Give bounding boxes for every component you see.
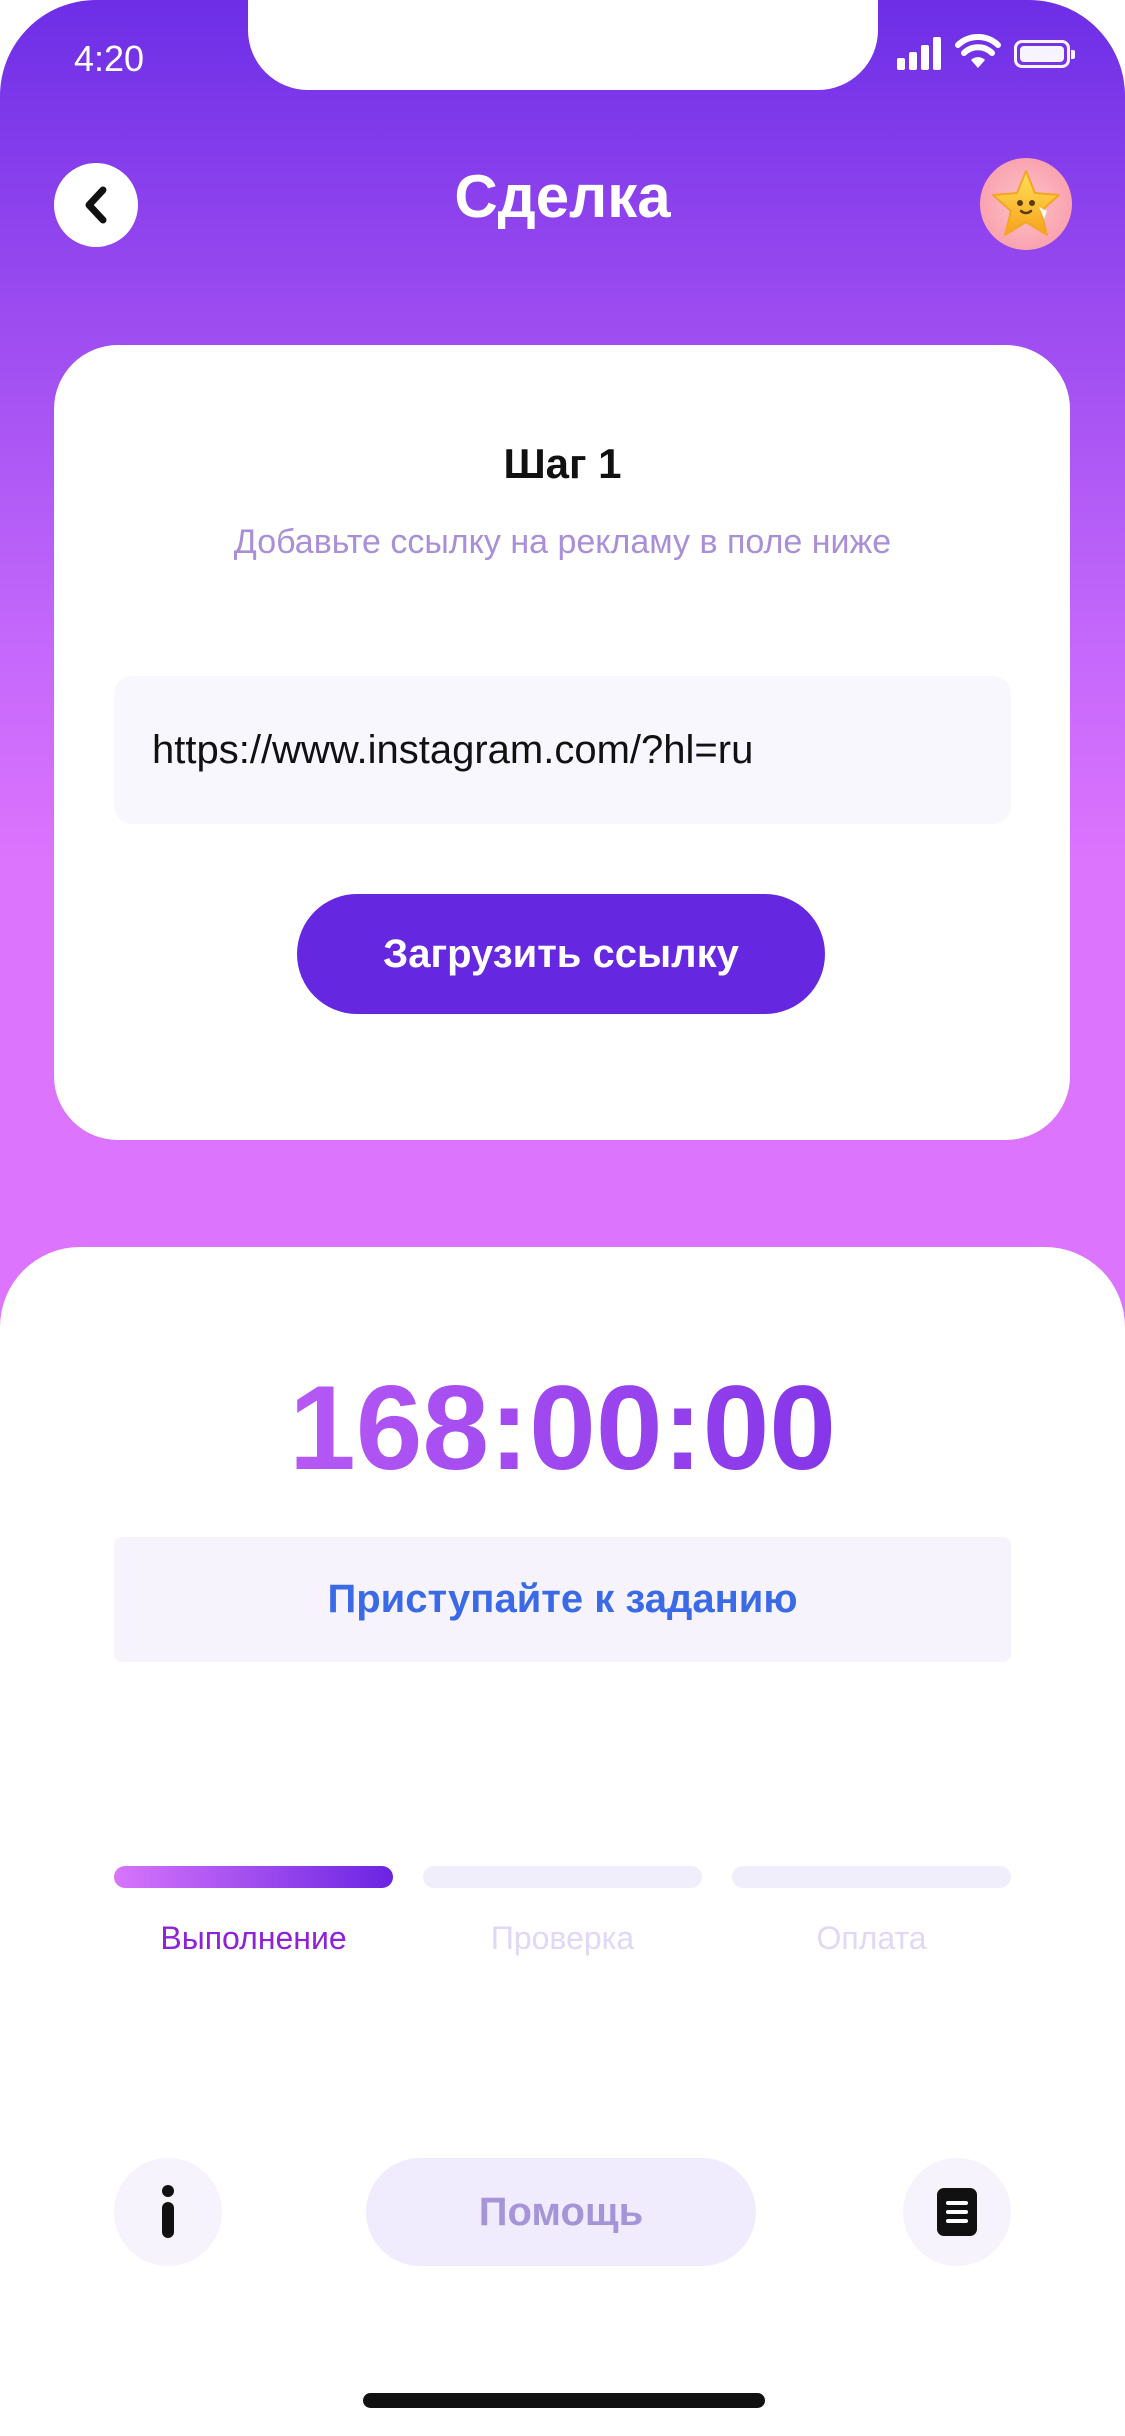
phone-screen: 4:20 Сделка Шаг 1 Добавьте ссылку на рек… (0, 0, 1125, 2436)
battery-icon (1014, 40, 1075, 68)
wifi-icon (955, 34, 1001, 68)
progress-label-payment: Оплата (816, 1920, 927, 1956)
home-indicator (363, 2393, 765, 2408)
progress-bar-execution (114, 1866, 393, 1888)
step-title: Шаг 1 (503, 440, 622, 487)
device-notch (248, 0, 878, 90)
step-subtitle: Добавьте ссылку на рекламу в поле ниже (233, 523, 892, 561)
page-title: Сделка (454, 163, 671, 230)
progress-label-execution: Выполнение (160, 1920, 347, 1956)
avatar[interactable] (980, 158, 1072, 250)
help-button[interactable]: Помощь (366, 2158, 756, 2266)
task-status-box: Приступайте к заданию (114, 1537, 1011, 1662)
info-icon (162, 2185, 174, 2238)
star-avatar-icon (992, 170, 1060, 236)
info-button[interactable] (114, 2158, 222, 2266)
document-button[interactable] (903, 2158, 1011, 2266)
cellular-signal-icon (897, 36, 945, 70)
task-status-text: Приступайте к заданию (327, 1577, 798, 1621)
ad-link-input[interactable] (114, 676, 1011, 824)
document-icon (937, 2188, 977, 2236)
progress-label-review: Проверка (490, 1920, 635, 1956)
progress-bar-review (423, 1866, 702, 1888)
progress-bar-payment (732, 1866, 1011, 1888)
countdown-timer: 168:00:00 (0, 1358, 1125, 1498)
status-time: 4:20 (74, 38, 145, 79)
upload-link-button[interactable]: Загрузить ссылку (297, 894, 825, 1014)
